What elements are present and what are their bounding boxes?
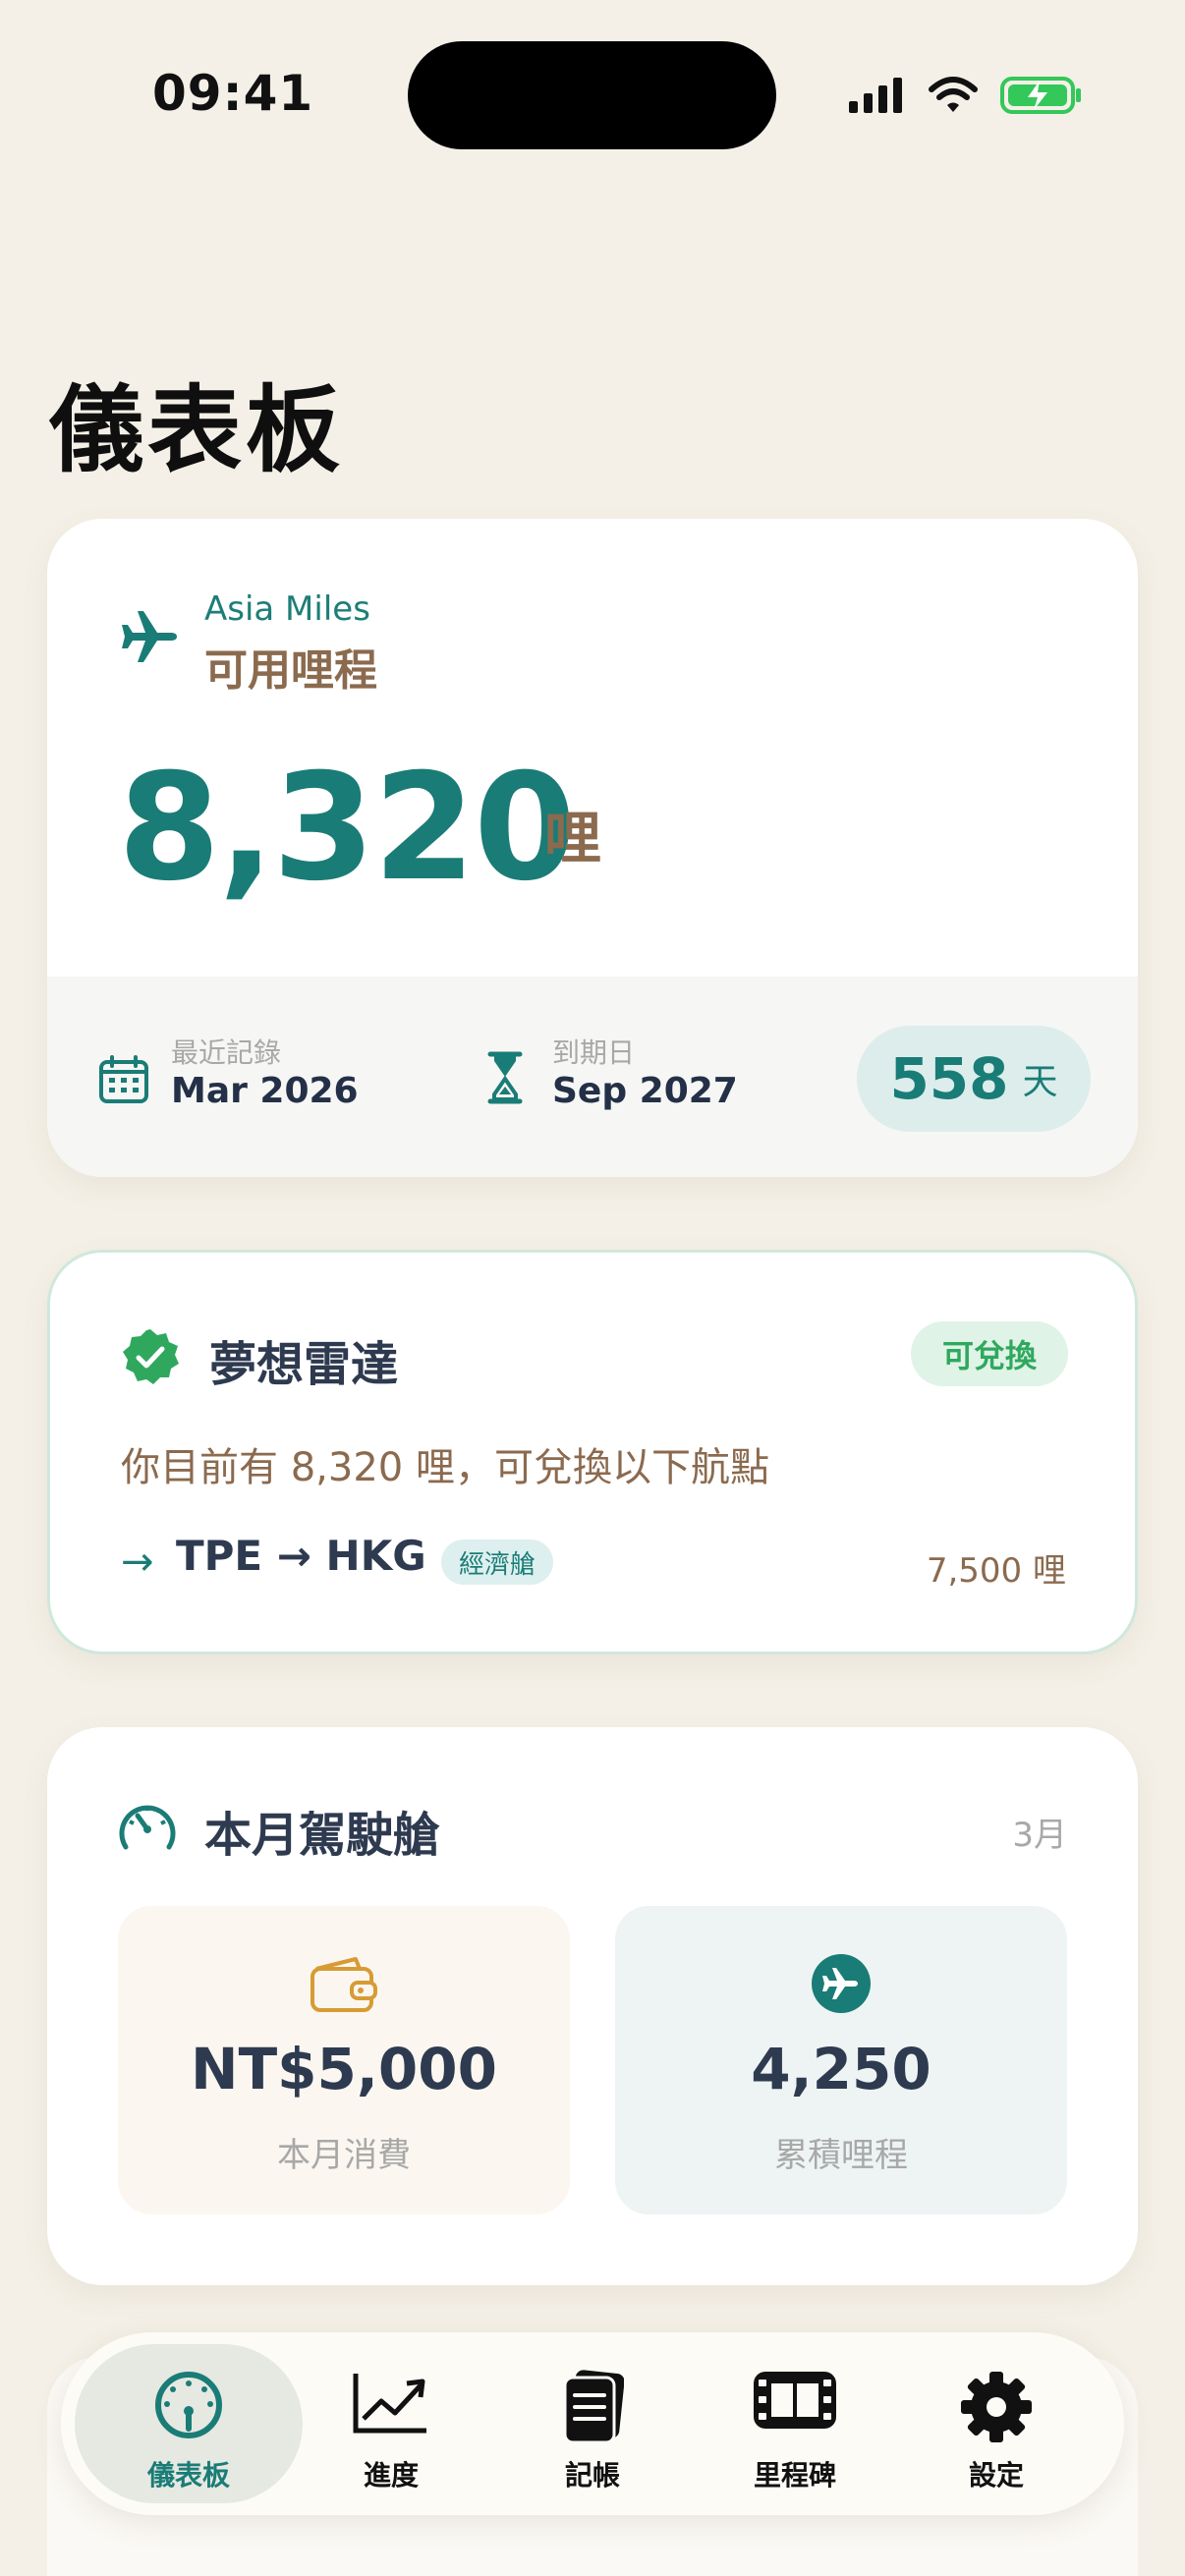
status-icons — [847, 71, 1083, 120]
verified-badge-icon — [123, 1329, 179, 1384]
tab-bar: 儀表板 進度 記帳 里程碑 設定 — [61, 2332, 1124, 2515]
dream-radar-description: 你目前有 8,320 哩，可兌換以下航點 — [121, 1445, 769, 1490]
dynamic-island — [408, 41, 776, 149]
tab-label: 里程碑 — [753, 2459, 836, 2492]
tab-label: 記帳 — [564, 2459, 620, 2492]
cockpit-title: 本月駕駛艙 — [204, 1808, 441, 1863]
dream-radar-card[interactable]: 夢想雷達 可兌換 你目前有 8,320 哩，可兌換以下航點 → TPE → HK… — [47, 1250, 1138, 1654]
gauge-icon — [155, 2372, 222, 2438]
route-label[interactable]: TPE → HKG — [176, 1532, 426, 1580]
tab-label: 進度 — [363, 2459, 419, 2492]
days-remaining-value: 558 — [889, 1045, 1009, 1112]
gear-icon — [961, 2372, 1032, 2442]
accumulated-miles-label: 累積哩程 — [774, 2136, 908, 2175]
tab-bookkeeping[interactable]: 記帳 — [494, 2344, 691, 2503]
last-record-value: Mar 2026 — [171, 1071, 359, 1111]
cabin-class-badge: 經濟艙 — [441, 1540, 554, 1585]
last-record-label: 最近記錄 — [171, 1036, 282, 1069]
miles-balance-card[interactable]: Asia Miles 可用哩程 8,320 哩 最近記錄 Mar 2026 到期… — [47, 519, 1138, 1177]
miles-balance-value: 8,320 — [118, 743, 576, 914]
monthly-cockpit-card: 本月駕駛艙 3月 NT$5,000 本月消費 4,250 累積哩程 — [47, 1727, 1138, 2285]
expiry-value: Sep 2027 — [552, 1071, 738, 1111]
accumulated-miles-tile[interactable]: 4,250 累積哩程 — [615, 1906, 1067, 2214]
calendar-icon — [99, 1055, 148, 1103]
tab-settings[interactable]: 設定 — [898, 2344, 1095, 2503]
days-remaining-badge: 558 天 — [857, 1026, 1091, 1132]
tab-label: 設定 — [968, 2459, 1024, 2492]
days-unit: 天 — [1022, 1062, 1058, 1102]
tab-progress[interactable]: 進度 — [293, 2344, 489, 2503]
cockpit-month: 3月 — [1012, 1816, 1067, 1855]
miles-unit: 哩 — [544, 805, 602, 871]
hourglass-icon — [487, 1051, 523, 1104]
miles-available-label: 可用哩程 — [204, 645, 377, 696]
wallet-icon — [310, 1957, 377, 2012]
status-time: 09:41 — [152, 65, 314, 122]
notebook-icon — [563, 2370, 624, 2444]
miles-card-footer: 最近記錄 Mar 2026 到期日 Sep 2027 558 天 — [47, 977, 1138, 1177]
chart-line-icon — [353, 2374, 426, 2434]
battery-charging-icon — [1000, 77, 1081, 114]
tab-dashboard[interactable]: 儀表板 — [75, 2344, 303, 2503]
film-icon — [754, 2372, 836, 2429]
monthly-spend-label: 本月消費 — [277, 2136, 411, 2175]
dream-radar-title: 夢想雷達 — [209, 1337, 399, 1392]
airplane-icon — [122, 611, 177, 662]
tab-milestones[interactable]: 里程碑 — [697, 2344, 893, 2503]
monthly-spend-tile[interactable]: NT$5,000 本月消費 — [118, 1906, 570, 2214]
accumulated-miles-value: 4,250 — [751, 2036, 931, 2102]
expiry-label: 到期日 — [552, 1036, 636, 1069]
speedometer-icon — [119, 1805, 176, 1850]
cellular-signal-icon — [849, 78, 902, 113]
redeemable-status-badge: 可兌換 — [910, 1321, 1068, 1386]
monthly-spend-value: NT$5,000 — [191, 2036, 497, 2102]
page-title: 儀表板 — [49, 375, 344, 485]
route-arrow-icon: → — [121, 1540, 154, 1585]
miles-program-name: Asia Miles — [204, 589, 370, 629]
airplane-circle-icon — [812, 1954, 871, 2013]
screen: 09:41 儀表板 Asia Miles 可用哩程 8,320 哩 最近記錄 M… — [0, 0, 1185, 2576]
route-required-miles: 7,500 哩 — [926, 1551, 1066, 1591]
tab-label: 儀表板 — [146, 2459, 230, 2492]
wifi-icon — [929, 77, 978, 112]
